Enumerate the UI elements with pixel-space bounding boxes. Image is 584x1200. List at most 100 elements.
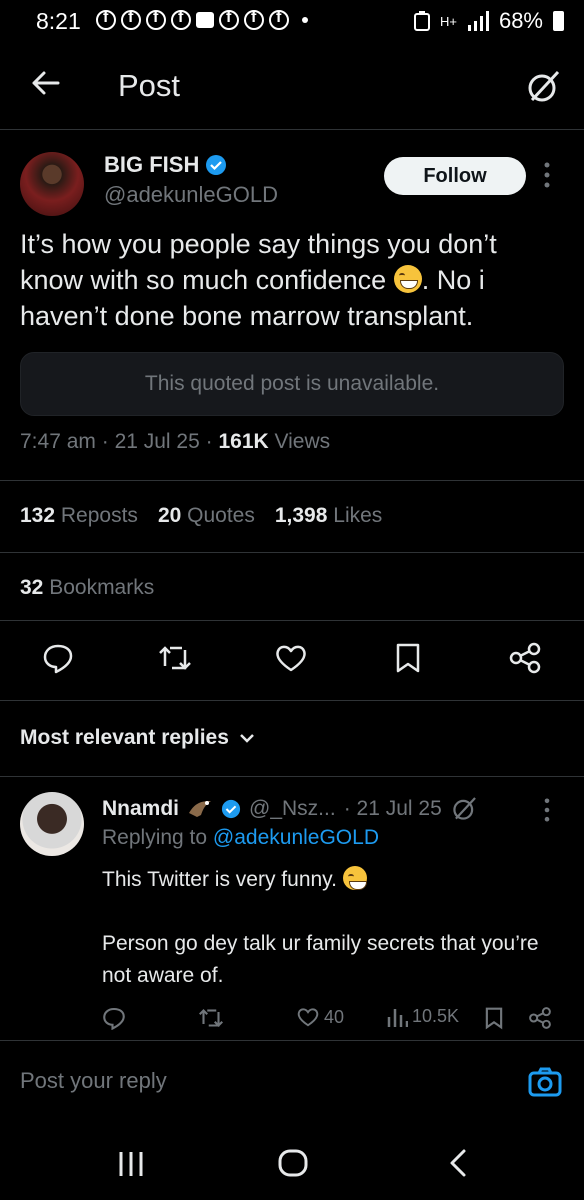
network-type-label: H+ xyxy=(439,13,457,29)
facebook-notification-icon xyxy=(219,9,239,30)
facebook-notification-icon xyxy=(96,9,116,30)
grok-icon[interactable] xyxy=(450,795,478,823)
facebook-notification-icon xyxy=(171,9,191,30)
like-heart-icon[interactable] xyxy=(274,642,308,674)
reply-paragraph: Person go dey talk ur family secrets tha… xyxy=(102,932,539,987)
reply-avatar[interactable] xyxy=(20,792,84,856)
repost-icon xyxy=(199,1009,223,1027)
reply-icon[interactable] xyxy=(42,642,74,674)
replying-to: Replying to @adekunleGOLD xyxy=(102,826,379,850)
post-text-segment: . No i xyxy=(421,265,485,295)
views-count: 161K xyxy=(218,430,269,453)
author-name: BIG FISH xyxy=(104,152,200,177)
views-label: Views xyxy=(274,430,331,453)
back-arrow-icon[interactable] xyxy=(30,68,60,98)
reply-views-button[interactable]: 10.5K xyxy=(386,1006,459,1027)
verified-badge-icon xyxy=(206,155,227,175)
post-text-segment: know with so much confidence xyxy=(20,265,387,295)
more-options-icon[interactable] xyxy=(544,162,550,188)
bookmark-icon xyxy=(485,1007,503,1030)
facebook-notification-icon xyxy=(121,9,141,30)
author-name-row[interactable]: BIG FISH xyxy=(104,152,227,178)
nav-back-icon[interactable] xyxy=(448,1148,468,1178)
quotes-stat[interactable]: 20 Quotes xyxy=(158,504,255,528)
reply-text: This Twitter is very funny. Person go de… xyxy=(102,864,562,1024)
more-notifications-dot-icon xyxy=(302,17,308,23)
author-handle[interactable]: @adekunleGOLD xyxy=(104,182,278,208)
author-avatar[interactable] xyxy=(20,152,84,216)
quoted-post-unavailable: This quoted post is unavailable. xyxy=(20,352,564,416)
reply-input[interactable] xyxy=(20,1068,500,1094)
post-date: 21 Jul 25 xyxy=(114,430,200,453)
repost-icon[interactable] xyxy=(158,642,192,674)
post-time: 7:47 am xyxy=(20,430,96,453)
post-text-line: It’s how you people say things you don’t xyxy=(20,229,497,259)
notification-icons xyxy=(96,9,308,30)
reply-like-count: 40 xyxy=(324,1006,345,1027)
reply-like-button[interactable]: 40 xyxy=(296,1006,344,1028)
likes-stat[interactable]: 1,398 Likes xyxy=(275,504,382,528)
bookmarks-stat[interactable]: 32 Bookmarks xyxy=(20,576,154,600)
camera-icon[interactable] xyxy=(528,1066,562,1098)
reply-reply-button[interactable] xyxy=(102,1006,126,1030)
like-heart-icon xyxy=(297,1008,319,1027)
reply-repost-button[interactable] xyxy=(198,1006,224,1030)
status-time: 8:21 xyxy=(36,8,81,34)
bookmarks-count: 32 xyxy=(20,576,44,599)
engagement-stats: 132 Reposts 20 Quotes 1,398 Likes xyxy=(20,504,382,528)
page-title: Post xyxy=(118,68,181,103)
reply-views-count: 10.5K xyxy=(412,1006,460,1026)
post-text-line: haven’t done bone marrow transplant. xyxy=(20,301,474,331)
reply-more-options-icon[interactable] xyxy=(544,798,550,822)
status-bar: 8:21 H+ 68% xyxy=(0,0,584,42)
top-header: Post xyxy=(0,42,584,130)
share-icon xyxy=(529,1007,551,1029)
battery-icon xyxy=(553,11,564,31)
reply-icon xyxy=(103,1007,125,1030)
replying-to-handle[interactable]: @adekunleGOLD xyxy=(213,826,379,849)
eagle-emoji-icon xyxy=(189,801,212,817)
replies-sort-label: Most relevant replies xyxy=(20,726,229,749)
system-navigation-bar xyxy=(0,1124,584,1200)
home-icon[interactable] xyxy=(278,1148,308,1178)
reply-paragraph: This Twitter is very funny. xyxy=(102,864,562,896)
message-notification-icon xyxy=(196,12,214,28)
divider xyxy=(0,700,584,701)
post-text: It’s how you people say things you don’t… xyxy=(20,226,568,334)
reposts-stat[interactable]: 132 Reposts xyxy=(20,504,138,528)
share-icon[interactable] xyxy=(508,642,542,674)
reposts-label: Reposts xyxy=(60,504,138,527)
follow-button[interactable]: Follow xyxy=(384,157,526,195)
post-text-line: know with so much confidence . No i xyxy=(20,262,568,298)
post-meta: 7:47 am · 21 Jul 25 · 161K Views xyxy=(20,430,331,453)
bookmark-icon[interactable] xyxy=(394,642,422,674)
reply-date: · 21 Jul 25 xyxy=(343,797,442,820)
replies-sort-dropdown[interactable]: Most relevant replies xyxy=(20,726,255,750)
quotes-count: 20 xyxy=(157,504,182,527)
reply-header: Nnamdi @_Nsz... · 21 Jul 25 xyxy=(102,795,478,823)
facebook-notification-icon xyxy=(146,9,166,30)
views-chart-icon xyxy=(387,1008,408,1027)
reply-author-handle[interactable]: @_Nsz... xyxy=(249,797,336,821)
reply-bookmark-button[interactable] xyxy=(484,1006,504,1030)
grinning-emoji-icon xyxy=(342,866,367,890)
recent-apps-icon[interactable] xyxy=(116,1150,146,1178)
bookmarks-label: Bookmarks xyxy=(49,576,155,599)
grok-icon[interactable] xyxy=(524,68,562,106)
data-saver-icon xyxy=(413,11,430,31)
reply-share-button[interactable] xyxy=(528,1006,552,1030)
grinning-emoji-icon xyxy=(393,265,422,293)
signal-icon xyxy=(467,11,489,31)
facebook-notification-icon xyxy=(269,9,289,30)
reply-author-name[interactable]: Nnamdi xyxy=(102,797,179,821)
divider xyxy=(0,620,584,621)
post-action-bar xyxy=(0,642,584,680)
divider xyxy=(0,480,584,481)
likes-label: Likes xyxy=(333,504,383,527)
facebook-notification-icon xyxy=(244,9,264,30)
quotes-label: Quotes xyxy=(187,504,255,527)
battery-percent: 68% xyxy=(498,8,543,33)
replying-to-prefix: Replying to xyxy=(102,826,208,849)
reply-text-segment: This Twitter is very funny. xyxy=(102,868,337,891)
likes-count: 1,398 xyxy=(274,504,328,527)
